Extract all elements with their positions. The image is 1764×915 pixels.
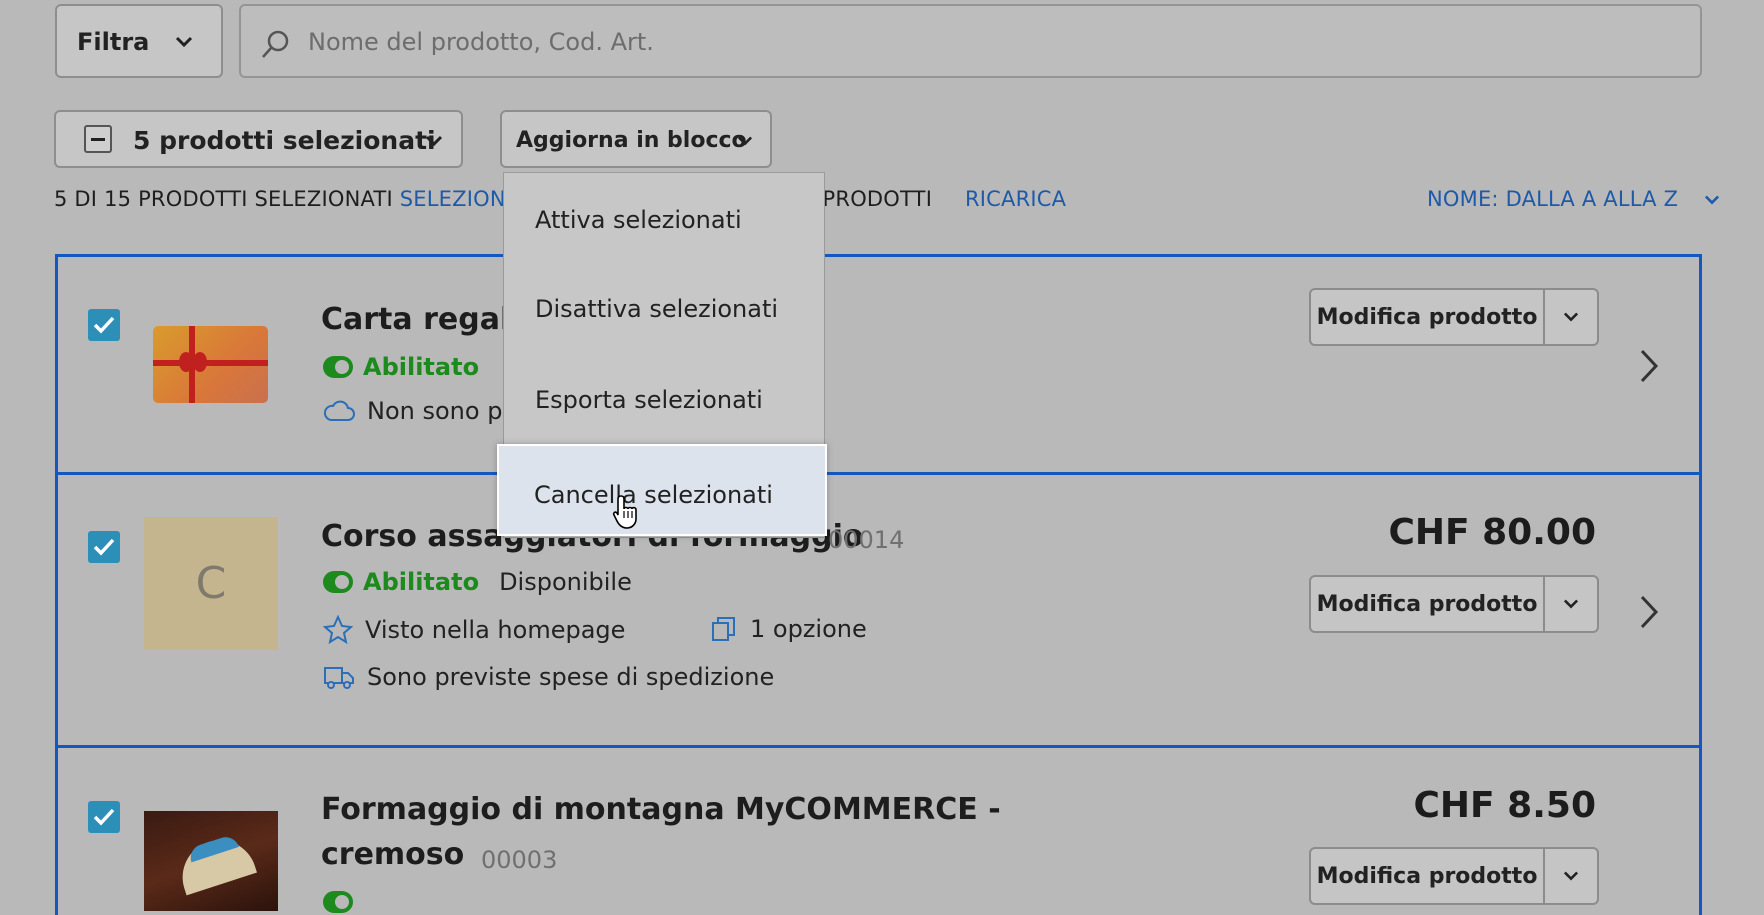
options-label: 1 opzione [750, 615, 867, 643]
product-sku: 00014 [828, 526, 905, 554]
product-card[interactable]: Carta regalo Abilitato Non sono pr Modif… [55, 254, 1702, 475]
reload-link[interactable]: RICARICA [965, 187, 1066, 211]
filter-button[interactable]: Filtra [55, 4, 223, 78]
status-badge: Abilitato [323, 353, 479, 381]
menu-item-deactivate[interactable]: Disattiva selezionati [535, 295, 778, 323]
product-card[interactable]: C Corso assaggiatori di formaggio 00014 … [55, 472, 1702, 748]
edit-product-button[interactable]: Modifica prodotto [1311, 290, 1545, 344]
filter-label: Filtra [77, 28, 150, 56]
status-label: Abilitato [363, 353, 480, 381]
menu-item-export[interactable]: Esporta selezionati [535, 386, 763, 414]
selection-label: 5 prodotti selezionati [133, 126, 436, 155]
edit-menu-toggle[interactable] [1545, 577, 1597, 631]
search-input[interactable]: Nome del prodotto, Cod. Art. [239, 4, 1702, 78]
homepage-label: Visto nella homepage [365, 616, 626, 644]
status-label: Abilitato [363, 568, 480, 596]
sort-dropdown[interactable]: NOME: DALLA A ALLA Z [1427, 187, 1721, 211]
menu-item-activate[interactable]: Attiva selezionati [535, 206, 742, 234]
edit-product-group[interactable]: Modifica prodotto [1309, 847, 1599, 905]
shipping-label: Non sono pr [367, 397, 513, 425]
reload-info: RICARICA [965, 187, 1066, 211]
selection-dropdown[interactable]: 5 prodotti selezionati [54, 110, 463, 168]
gift-card-thumbnail [153, 326, 268, 403]
bulk-update-button[interactable]: Aggiorna in blocco [500, 110, 772, 168]
checkmark-icon [93, 316, 115, 334]
product-price: CHF 8.50 [1413, 785, 1597, 826]
thumbnail-letter: C [195, 558, 227, 609]
shipping-info: Sono previste spese di spedizione [323, 663, 774, 691]
product-title[interactable]: Carta regalo [321, 302, 531, 337]
product-title-line1[interactable]: Formaggio di montagna MyCOMMERCE - [321, 792, 1001, 827]
chevron-down-icon [1563, 312, 1579, 322]
edit-product-group[interactable]: Modifica prodotto [1309, 288, 1599, 346]
truck-icon [324, 667, 354, 689]
homepage-info: Visto nella homepage [323, 615, 625, 645]
chevron-right-icon[interactable] [1638, 594, 1660, 630]
availability-label: Disponibile [499, 568, 632, 596]
product-title-line2[interactable]: cremoso [321, 837, 464, 872]
product-sku: 00003 [481, 846, 558, 874]
star-icon [323, 615, 353, 645]
edit-product-button[interactable]: Modifica prodotto [1311, 577, 1545, 631]
chevron-down-icon [1563, 871, 1579, 881]
edit-menu-toggle[interactable] [1545, 849, 1597, 903]
bulk-update-label: Aggiorna in blocco [516, 128, 747, 153]
sort-label: NOME: DALLA A ALLA Z [1427, 187, 1679, 211]
edit-menu-toggle[interactable] [1545, 290, 1597, 344]
menu-item-delete[interactable]: Cancella selezionati [497, 444, 827, 536]
checkmark-icon [93, 538, 115, 556]
product-thumbnail [144, 811, 278, 911]
product-checkbox[interactable] [88, 531, 120, 563]
product-checkbox[interactable] [88, 309, 120, 341]
options-info: 1 opzione [710, 615, 867, 643]
hand-cursor-icon [612, 495, 637, 529]
product-thumbnail: C [144, 517, 278, 650]
product-checkbox[interactable] [88, 801, 120, 833]
edit-product-group[interactable]: Modifica prodotto [1309, 575, 1599, 633]
search-placeholder: Nome del prodotto, Cod. Art. [308, 28, 654, 56]
chevron-down-icon [1563, 599, 1579, 609]
copy-icon [712, 617, 735, 641]
status-badge [323, 891, 353, 913]
selection-count: 5 DI 15 PRODOTTI SELEZIONATI [54, 187, 393, 211]
chevron-down-icon [175, 36, 193, 48]
menu-item-delete-label: Cancella selezionati [534, 481, 773, 509]
toggle-icon [323, 356, 353, 378]
product-card[interactable]: Formaggio di montagna MyCOMMERCE - cremo… [55, 745, 1702, 915]
partial-select-checkbox[interactable] [84, 125, 112, 153]
product-price: CHF 80.00 [1388, 512, 1596, 553]
selection-info: 5 DI 15 PRODOTTI SELEZIONATI SELEZIONA T [54, 187, 540, 211]
checkmark-icon [93, 808, 115, 826]
shipping-label: Sono previste spese di spedizione [367, 663, 775, 691]
chevron-down-icon [737, 136, 753, 146]
search-icon [262, 30, 289, 58]
chevron-down-icon [425, 135, 443, 147]
toggle-icon [323, 891, 353, 913]
chevron-down-icon [1705, 195, 1720, 205]
cloud-icon [323, 400, 355, 421]
chevron-right-icon[interactable] [1638, 348, 1660, 384]
toggle-icon [323, 571, 353, 593]
edit-product-button[interactable]: Modifica prodotto [1311, 849, 1545, 903]
shipping-info: Non sono pr [323, 397, 512, 425]
status-badge: Abilitato Disponibile [323, 568, 632, 596]
